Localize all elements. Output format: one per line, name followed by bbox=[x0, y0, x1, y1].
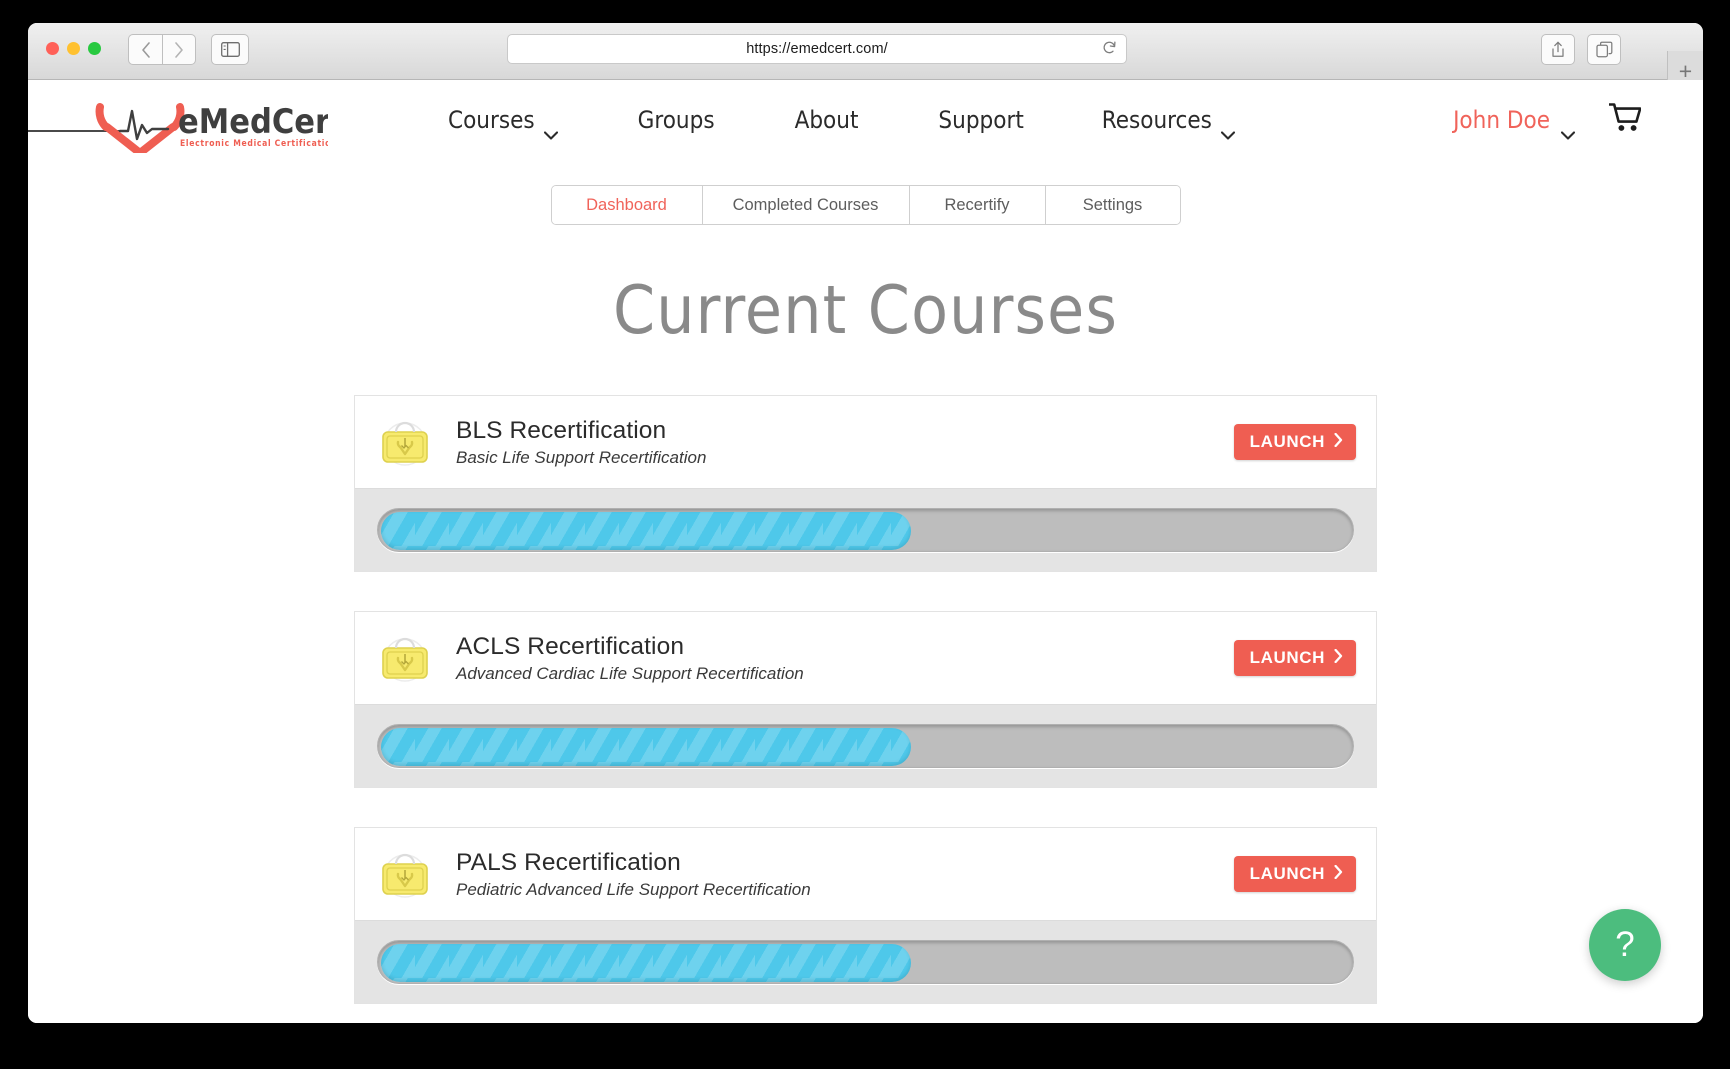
maximize-window-button[interactable] bbox=[88, 42, 101, 55]
launch-button[interactable]: LAUNCH bbox=[1233, 856, 1356, 892]
show-tabs-icon bbox=[1595, 41, 1613, 58]
url-text: https://emedcert.com/ bbox=[746, 41, 888, 57]
chevron-right-icon bbox=[174, 41, 184, 58]
chevron-down-icon bbox=[1560, 118, 1576, 140]
show-tabs-button[interactable] bbox=[1587, 34, 1621, 65]
share-button[interactable] bbox=[1541, 34, 1575, 65]
course-text: ACLS Recertification Advanced Cardiac Li… bbox=[456, 633, 804, 684]
progress-track bbox=[377, 940, 1354, 984]
tab-dashboard[interactable]: Dashboard bbox=[551, 186, 703, 224]
reload-button[interactable] bbox=[1100, 41, 1118, 59]
course-description: Basic Life Support Recertification bbox=[456, 447, 707, 467]
chevron-right-icon bbox=[1334, 432, 1343, 452]
tab-settings[interactable]: Settings bbox=[1045, 186, 1180, 224]
desktop-backdrop: https://emedcert.com/ + eMedCer Electron… bbox=[0, 0, 1730, 1069]
sidebar-toggle-button[interactable] bbox=[211, 34, 249, 65]
tab-completed-courses[interactable]: Completed Courses bbox=[702, 186, 910, 224]
chevron-right-icon bbox=[1334, 648, 1343, 668]
nav-item-support[interactable]: Support bbox=[938, 106, 1023, 134]
nav-label-groups: Groups bbox=[637, 106, 715, 134]
progress-track bbox=[377, 724, 1354, 768]
nav-item-courses[interactable]: Courses bbox=[448, 106, 558, 140]
nav-label-courses: Courses bbox=[448, 106, 535, 134]
chevron-down-icon bbox=[543, 118, 558, 140]
user-name-label: John Doe bbox=[1453, 106, 1550, 134]
course-list: BLS Recertification Basic Life Support R… bbox=[354, 395, 1377, 1004]
sidebar-toggle-icon bbox=[220, 42, 240, 57]
course-card-header: BLS Recertification Basic Life Support R… bbox=[355, 396, 1376, 488]
nav-item-resources[interactable]: Resources bbox=[1101, 106, 1235, 140]
course-progress-area bbox=[355, 920, 1376, 1003]
launch-button[interactable]: LAUNCH bbox=[1233, 640, 1356, 676]
course-card: PALS Recertification Pediatric Advanced … bbox=[354, 827, 1377, 1004]
page-content: eMedCert Electronic Medical Certificatio… bbox=[28, 80, 1703, 1023]
course-card: BLS Recertification Basic Life Support R… bbox=[354, 395, 1377, 572]
site-logo[interactable]: eMedCert Electronic Medical Certificatio… bbox=[28, 91, 345, 157]
chevron-down-icon bbox=[1220, 118, 1235, 140]
course-name: PALS Recertification bbox=[456, 848, 681, 876]
launch-button[interactable]: LAUNCH bbox=[1233, 424, 1356, 460]
progress-fill bbox=[381, 728, 912, 766]
progress-fill bbox=[381, 944, 912, 982]
help-button[interactable]: ? bbox=[1589, 909, 1661, 981]
chevron-left-icon bbox=[141, 41, 151, 58]
main-navigation: Courses Groups About Support Resources bbox=[448, 80, 1235, 160]
medical-bag-icon bbox=[377, 630, 433, 686]
close-window-button[interactable] bbox=[46, 42, 59, 55]
nav-label-resources: Resources bbox=[1101, 106, 1212, 134]
nav-label-support: Support bbox=[938, 106, 1024, 134]
progress-track bbox=[377, 508, 1354, 552]
tab-recertify[interactable]: Recertify bbox=[909, 186, 1046, 224]
window-controls bbox=[46, 42, 101, 55]
course-card: ACLS Recertification Advanced Cardiac Li… bbox=[354, 611, 1377, 788]
address-bar[interactable]: https://emedcert.com/ bbox=[507, 34, 1127, 64]
medical-bag-icon bbox=[377, 846, 433, 902]
course-description: Advanced Cardiac Life Support Recertific… bbox=[456, 663, 804, 683]
launch-button-label: LAUNCH bbox=[1249, 648, 1325, 667]
dashboard-tab-strip: Dashboard Completed Courses Recertify Se… bbox=[550, 185, 1181, 225]
browser-toolbar: https://emedcert.com/ + bbox=[28, 23, 1703, 91]
nav-label-about: About bbox=[794, 106, 859, 134]
course-card-header: ACLS Recertification Advanced Cardiac Li… bbox=[355, 612, 1376, 704]
medical-bag-icon bbox=[377, 414, 433, 470]
logo-wordmark: eMedCert bbox=[178, 102, 328, 142]
course-text: BLS Recertification Basic Life Support R… bbox=[456, 417, 706, 468]
chevron-right-icon bbox=[1334, 864, 1343, 884]
course-description: Pediatric Advanced Life Support Recertif… bbox=[456, 879, 811, 899]
launch-button-label: LAUNCH bbox=[1249, 864, 1325, 883]
minimize-window-button[interactable] bbox=[67, 42, 80, 55]
course-name: BLS Recertification bbox=[456, 416, 667, 444]
course-name: ACLS Recertification bbox=[456, 632, 685, 660]
shopping-cart-icon bbox=[1608, 103, 1642, 137]
cart-button[interactable] bbox=[1608, 80, 1642, 160]
user-menu[interactable]: John Doe bbox=[1453, 80, 1576, 160]
share-icon bbox=[1550, 41, 1566, 58]
course-text: PALS Recertification Pediatric Advanced … bbox=[456, 849, 811, 900]
forward-button[interactable] bbox=[162, 34, 196, 65]
course-progress-area bbox=[355, 704, 1376, 787]
course-card-header: PALS Recertification Pediatric Advanced … bbox=[355, 828, 1376, 920]
course-progress-area bbox=[355, 488, 1376, 571]
back-button[interactable] bbox=[128, 34, 162, 65]
site-header: eMedCert Electronic Medical Certificatio… bbox=[28, 80, 1703, 160]
nav-item-about[interactable]: About bbox=[795, 106, 859, 134]
logo-tagline: Electronic Medical Certification bbox=[180, 139, 328, 149]
reload-icon bbox=[1102, 40, 1117, 60]
browser-window: https://emedcert.com/ + eMedCer Electron… bbox=[28, 23, 1703, 1023]
progress-fill bbox=[381, 512, 912, 550]
page-title: Current Courses bbox=[612, 271, 1119, 349]
nav-item-groups[interactable]: Groups bbox=[638, 106, 715, 134]
question-mark-icon: ? bbox=[1615, 925, 1635, 964]
launch-button-label: LAUNCH bbox=[1249, 432, 1325, 451]
